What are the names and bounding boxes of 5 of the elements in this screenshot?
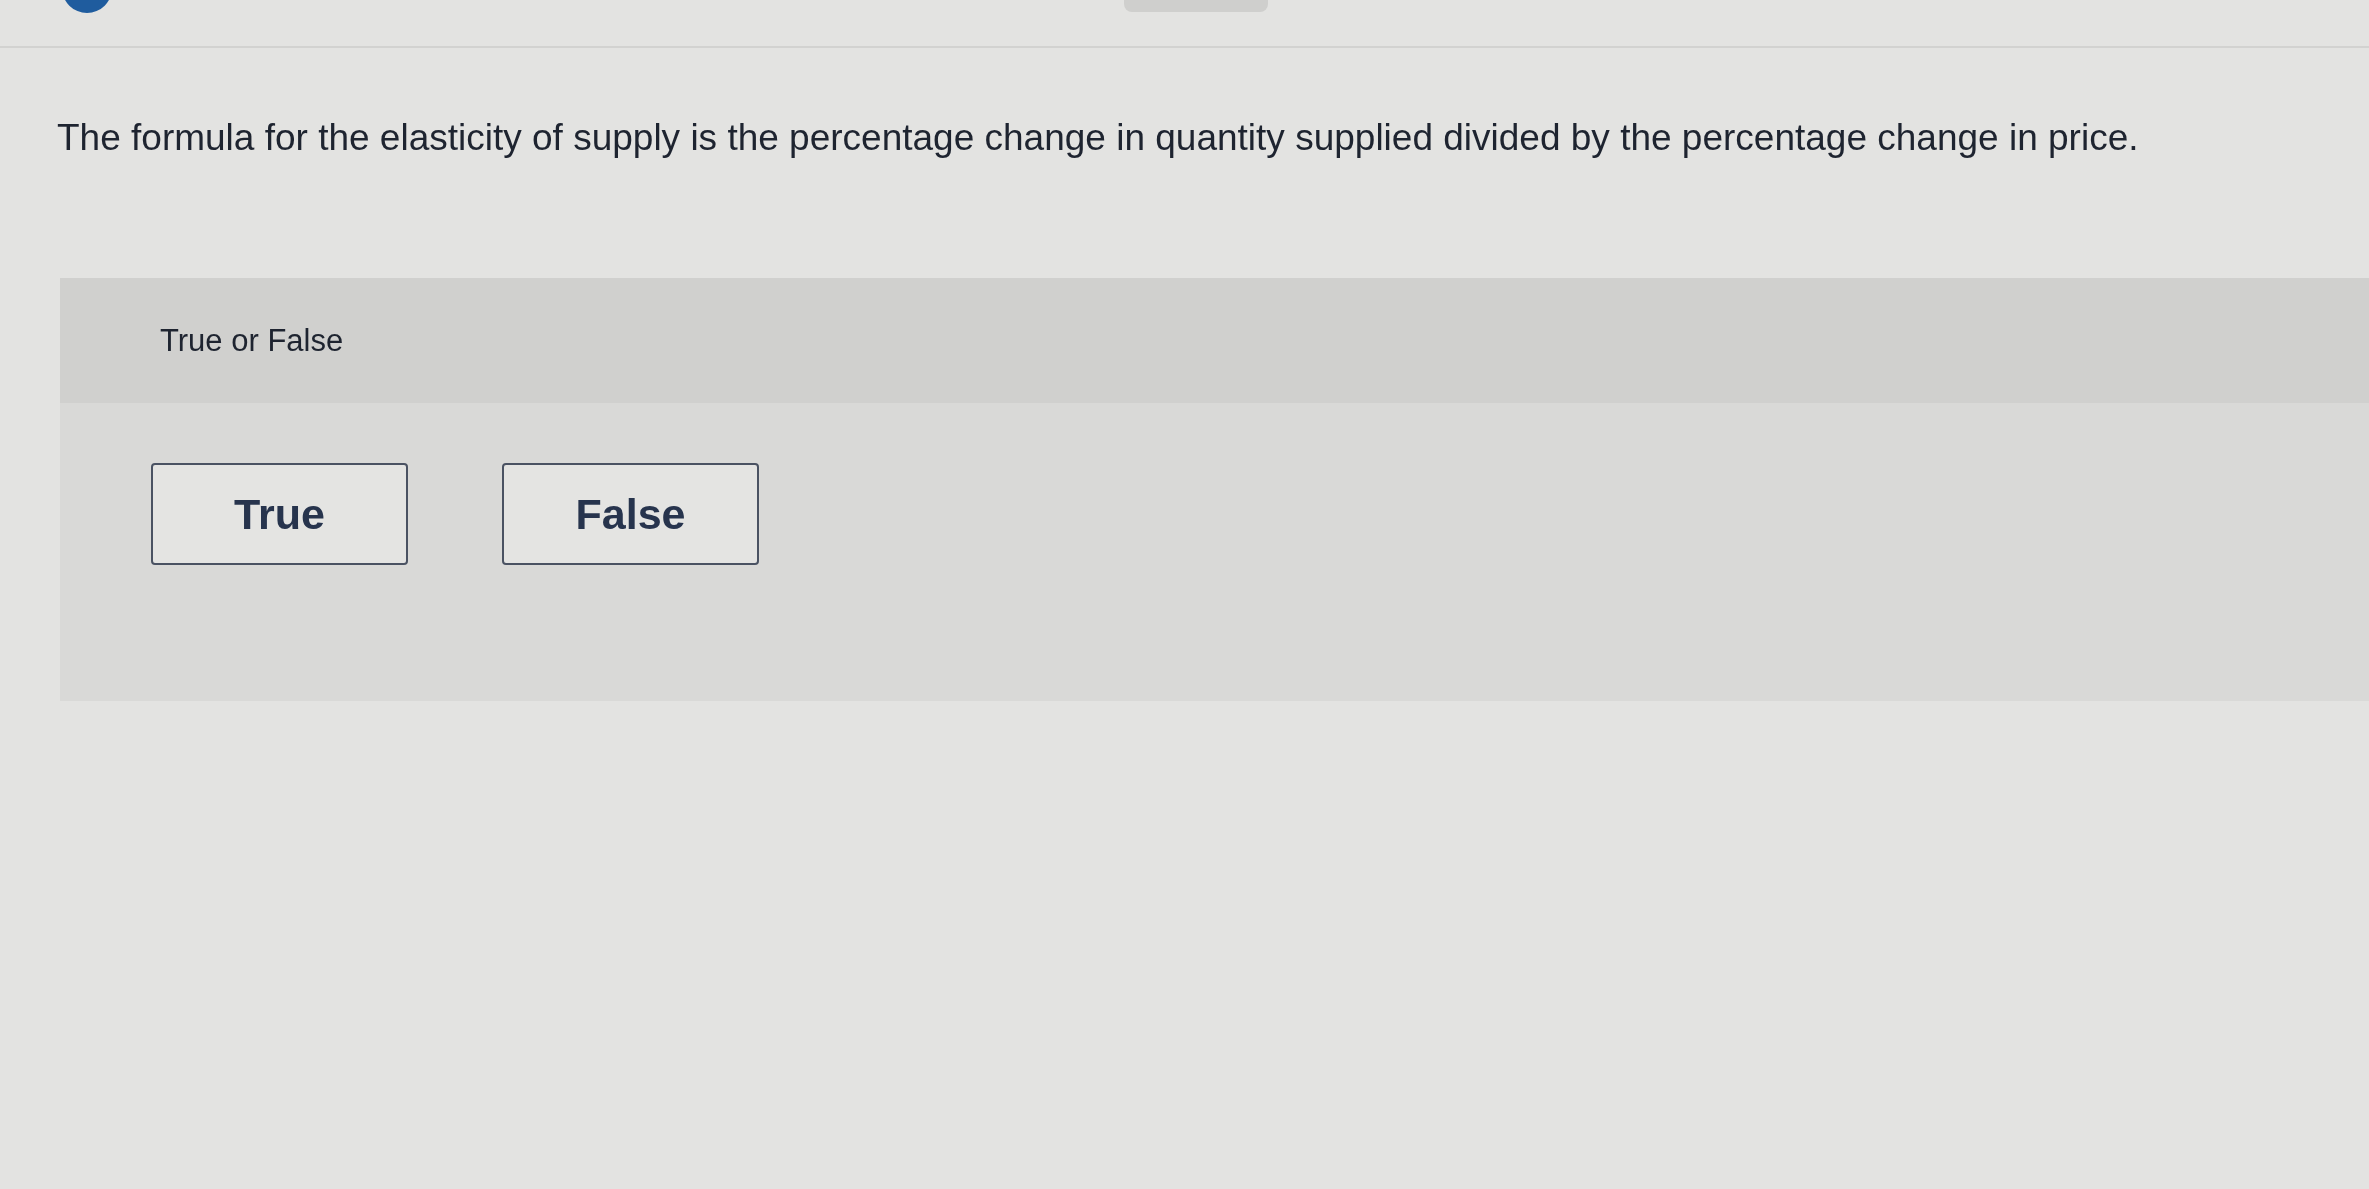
prompt-label: True or False — [160, 322, 344, 359]
answer-button[interactable]: False — [502, 463, 759, 565]
info-icon[interactable] — [62, 0, 112, 13]
question-text: The formula for the elasticity of supply is the percentage change in quantity supplied divided by the percentage change in price. — [57, 116, 2139, 160]
answer-button[interactable]: True — [151, 463, 408, 565]
